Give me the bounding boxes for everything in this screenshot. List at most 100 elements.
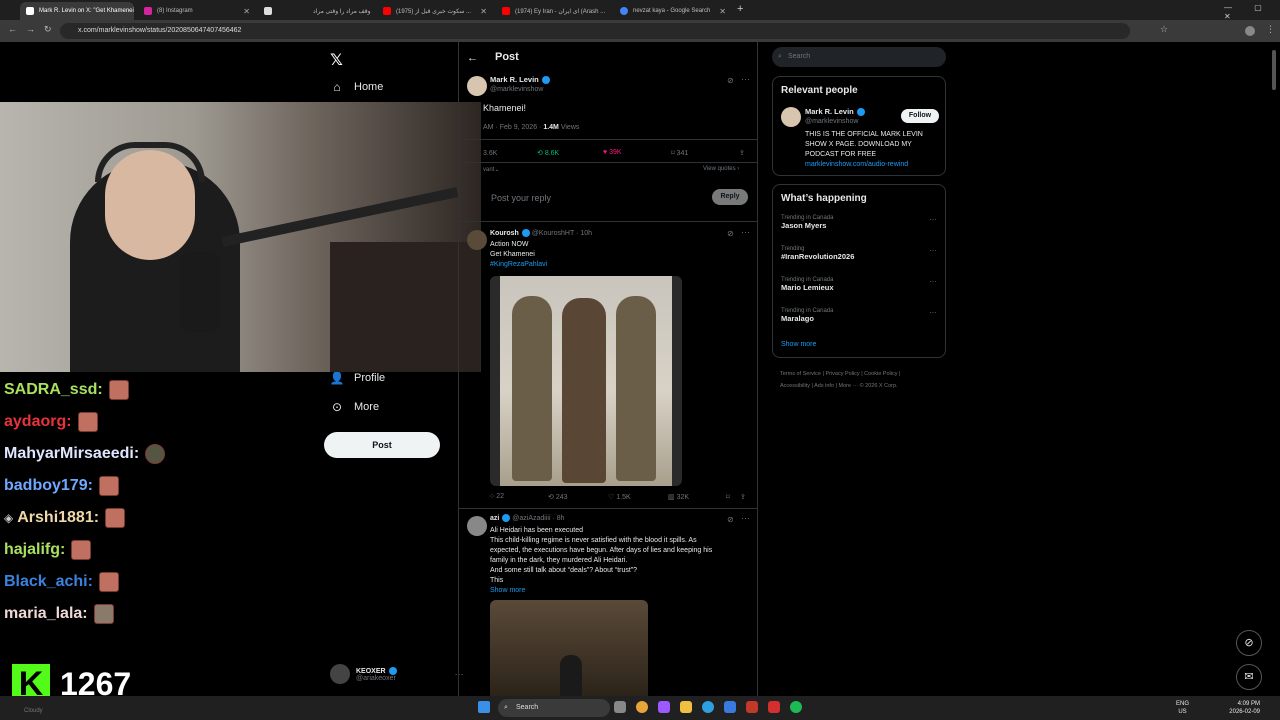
more-dots-icon[interactable]: ··· (929, 246, 937, 255)
like-button[interactable]: ♥ 39K (603, 149, 622, 156)
view-quotes-link[interactable]: View quotes › (703, 166, 739, 172)
viewer-count: K 1267 (12, 664, 131, 696)
close-tab-icon[interactable]: ✕ (605, 7, 612, 16)
language-indicator[interactable]: ENG US (1176, 700, 1189, 716)
repost-icon: ⟲ (537, 150, 543, 157)
close-tab-icon[interactable]: ✕ (237, 7, 250, 16)
bookmark-button[interactable]: ⌑ 341 (671, 149, 688, 157)
account-avatar (330, 664, 350, 684)
trend-item[interactable]: Trending in Canada Mario Lemieux (781, 277, 834, 292)
chrome-icon[interactable] (636, 701, 648, 713)
new-tab-button[interactable]: + (737, 3, 743, 15)
heart-icon[interactable]: ♡ 1.5K (608, 493, 631, 501)
browser-tab[interactable]: وقف مراد را وقتی مراد ✕ (258, 2, 374, 20)
app-icon[interactable] (658, 701, 670, 713)
verified-icon (541, 76, 550, 85)
reload-icon[interactable]: ↻ (44, 24, 52, 35)
show-more-link[interactable]: Show more (490, 586, 750, 596)
more-dots-icon[interactable]: ··· (929, 277, 937, 286)
bio-link[interactable]: marklevinshow.com/audio-rewind (805, 160, 923, 170)
profile-avatar-icon[interactable] (1245, 26, 1255, 36)
show-more-link[interactable]: Show more (781, 341, 816, 348)
post-button[interactable]: Post (324, 432, 440, 458)
messages-icon[interactable]: ✉ (1236, 664, 1262, 690)
back-icon[interactable]: ← (8, 24, 17, 34)
more-dots-icon[interactable]: ··· (741, 74, 750, 84)
x-logo-icon[interactable]: 𝕏 (330, 50, 343, 70)
verified-icon (388, 666, 397, 675)
trend-item[interactable]: Trending #IranRevolution2026 (781, 246, 854, 261)
app-icon[interactable] (746, 701, 758, 713)
url-field[interactable]: x.com/marklevinshow/status/2020850647407… (60, 23, 1130, 39)
reply-count[interactable]: 3.6K (483, 150, 497, 157)
chat-message: ◈ Arshi1881: (4, 508, 126, 528)
back-arrow-icon[interactable]: ← (467, 52, 478, 64)
clock[interactable]: 4:09 PM 2026-02-09 (1226, 700, 1260, 716)
trend-item[interactable]: Trending in Canada Maralago (781, 308, 833, 323)
reply-video-thumbnail[interactable] (490, 600, 648, 696)
more-dots-icon[interactable]: ··· (929, 215, 937, 224)
reply-input[interactable]: Post your reply (491, 193, 551, 203)
browser-tab[interactable]: (1974) Ey Iran - ای ایران (Arash ... ✕ (496, 2, 612, 20)
weather-widget[interactable]: Cloudy (24, 708, 43, 714)
mail-icon[interactable] (724, 701, 736, 713)
windows-start-icon[interactable] (478, 701, 490, 713)
edge-icon[interactable] (702, 701, 714, 713)
bookmark-icon[interactable]: ⌑ (726, 493, 730, 501)
reply-button[interactable]: Reply (712, 189, 748, 205)
author-avatar[interactable] (467, 76, 487, 96)
menu-icon[interactable]: ⋮ (1266, 24, 1275, 35)
browser-tab[interactable]: nevzat kaya - Google Search ✕ (614, 2, 732, 20)
reply-avatar[interactable] (467, 230, 487, 250)
views-icon[interactable]: ▥ 32K (668, 493, 689, 501)
grok-icon[interactable]: ⊘ (727, 76, 734, 85)
search-input[interactable]: ⌕ Search (772, 47, 946, 67)
browser-tab-bar: Mark R. Levin on X: "Get Khamenei ✕ (8) … (0, 0, 1280, 21)
grok-icon[interactable]: ⊘ (727, 229, 734, 238)
reply-avatar[interactable] (467, 516, 487, 536)
emote-icon (77, 412, 98, 432)
hashtag-link[interactable]: #KingRezaPahlavi (490, 260, 547, 270)
reply-author[interactable]: Kourosh @KouroshHT · 10h (490, 229, 592, 237)
nav-profile[interactable]: 👤 Profile (330, 371, 386, 385)
share-icon[interactable]: ⇪ (739, 149, 745, 157)
person-name[interactable]: Mark R. Levin (805, 107, 865, 117)
footer-links[interactable]: Terms of Service | Privacy Policy | Cook… (780, 368, 900, 392)
grok-floating-icon[interactable]: ⊘ (1236, 630, 1262, 656)
file-explorer-icon[interactable] (680, 701, 692, 713)
more-dots-icon[interactable]: ··· (929, 308, 937, 317)
forward-icon[interactable]: → (26, 24, 35, 34)
scrollbar[interactable] (1272, 50, 1276, 90)
repost-icon[interactable]: ⟲ 243 (548, 493, 568, 501)
nav-more[interactable]: ⊙ More (330, 400, 379, 414)
person-avatar[interactable] (781, 107, 801, 127)
repost-button[interactable]: ⟲ 8.6K (537, 149, 559, 157)
share-icon[interactable]: ⇪ (740, 493, 746, 501)
more-dots-icon[interactable]: ··· (741, 513, 750, 523)
browser-tab-active[interactable]: Mark R. Levin on X: "Get Khamenei ✕ (20, 2, 134, 20)
task-view-icon[interactable] (614, 701, 626, 713)
browser-tab[interactable]: (1975) سکوت خبری قبل از ... ✕ (377, 2, 493, 20)
window-controls[interactable]: — ▢ ✕ (1224, 3, 1280, 21)
taskbar-search[interactable]: ⌕ Search (498, 699, 610, 717)
reply-author[interactable]: azi @aziAzadiiii · 8h (490, 514, 565, 522)
author-name[interactable]: Mark R. Levin (490, 75, 550, 85)
author-handle[interactable]: @marklevinshow (490, 86, 543, 93)
grok-icon[interactable]: ⊘ (727, 515, 734, 524)
close-tab-icon[interactable]: ✕ (713, 7, 726, 16)
reply-image[interactable] (490, 276, 682, 486)
browser-tab[interactable]: (8) Instagram ✕ (138, 2, 256, 20)
spotify-icon[interactable] (790, 701, 802, 713)
nav-home[interactable]: ⌂ Home (330, 80, 383, 94)
close-tab-icon[interactable]: ✕ (474, 7, 487, 16)
relevant-dropdown[interactable]: vant⌄ (483, 166, 499, 173)
reply-icon[interactable]: ○ 22 (490, 493, 504, 500)
bookmark-star-icon[interactable]: ☆ (1160, 24, 1168, 35)
instagram-favicon-icon (144, 7, 152, 15)
account-switcher[interactable]: KEOXER @ariakeoxer ··· (330, 664, 464, 684)
trend-item[interactable]: Trending in Canada Jason Myers (781, 215, 833, 230)
close-tab-icon[interactable]: ✕ (371, 7, 374, 16)
gmail-icon[interactable] (768, 701, 780, 713)
follow-button[interactable]: Follow (901, 109, 939, 123)
more-dots-icon[interactable]: ··· (741, 227, 750, 237)
